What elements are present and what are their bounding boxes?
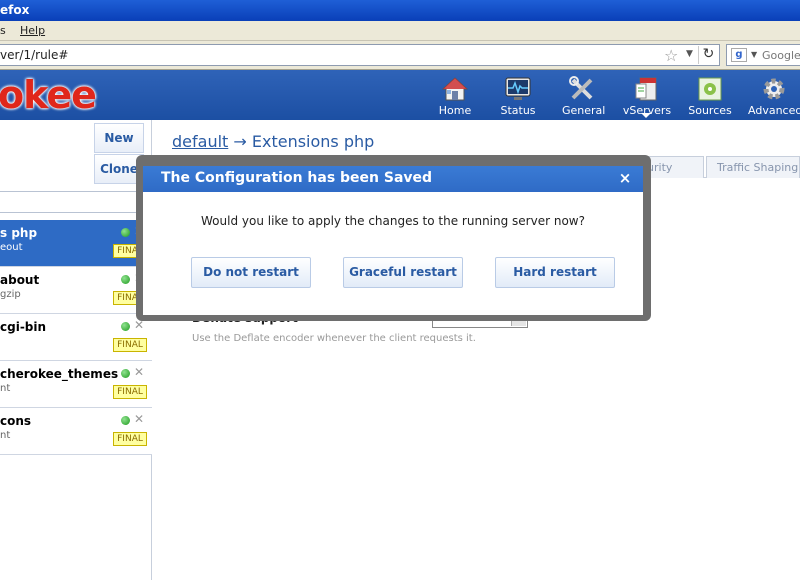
vservers-icon xyxy=(635,77,657,101)
menu-item-help[interactable]: Help xyxy=(20,24,45,37)
cherokee-logo[interactable]: okee xyxy=(0,73,97,117)
nav-advanced-label: Advanced xyxy=(748,104,800,117)
url-text: ver/1/rule# xyxy=(0,48,69,62)
breadcrumb-current: → Extensions php xyxy=(228,132,375,151)
rule-title: s php xyxy=(0,226,38,240)
rule-item-php[interactable]: s php eout ✕ FINAL xyxy=(0,220,152,267)
config-saved-dialog: The Configuration has been Saved × Would… xyxy=(143,166,643,315)
search-input[interactable]: g ▼ Google xyxy=(726,44,800,66)
nav-sources-label: Sources xyxy=(688,104,732,117)
rule-delete-icon[interactable]: ✕ xyxy=(134,365,144,379)
google-icon[interactable]: g xyxy=(731,48,747,62)
search-engine-dropdown-icon[interactable]: ▼ xyxy=(751,50,757,59)
nav-advanced[interactable]: Advanced xyxy=(748,76,800,117)
nav-vservers[interactable]: vServers xyxy=(622,76,672,117)
sources-icon xyxy=(698,77,722,101)
rule-active-icon[interactable] xyxy=(121,275,130,284)
dialog-title-bar[interactable]: The Configuration has been Saved xyxy=(143,166,643,192)
app-header: okee Home Status General vServers Source… xyxy=(0,70,800,120)
url-dropdown-icon[interactable]: ▼ xyxy=(686,49,693,59)
rule-item-cgi-bin[interactable]: cgi-bin ✕ FINAL xyxy=(0,314,152,361)
advanced-icon xyxy=(763,78,785,100)
rule-title: cons xyxy=(0,414,32,428)
general-icon xyxy=(569,76,593,100)
do-not-restart-button[interactable]: Do not restart xyxy=(191,257,311,288)
rule-active-icon[interactable] xyxy=(121,369,130,378)
dialog-title: The Configuration has been Saved xyxy=(161,170,433,186)
rule-subtitle: gzip xyxy=(0,289,21,300)
breadcrumb-default-link[interactable]: default xyxy=(172,132,228,151)
dialog-message: Would you like to apply the changes to t… xyxy=(201,214,585,228)
bookmark-star-icon[interactable]: ☆ xyxy=(664,46,678,65)
breadcrumb: default → Extensions php xyxy=(172,132,374,151)
rule-item-about[interactable]: about gzip ✕ FINAL xyxy=(0,267,152,314)
nav-status[interactable]: Status xyxy=(500,76,536,117)
nav-general-label: General xyxy=(562,104,606,117)
search-placeholder: Google xyxy=(762,49,800,62)
rule-item-icons[interactable]: cons nt ✕ FINAL xyxy=(0,408,152,455)
nav-sources[interactable]: Sources xyxy=(688,76,732,117)
rule-title: cherokee_themes xyxy=(0,367,119,381)
rule-final-badge[interactable]: FINAL xyxy=(113,432,147,446)
home-icon xyxy=(442,77,468,101)
active-nav-indicator xyxy=(641,113,651,118)
deflate-support-help: Use the Deflate encoder whenever the cli… xyxy=(192,333,476,344)
nav-general[interactable]: General xyxy=(562,76,606,117)
rule-subtitle: eout xyxy=(0,242,23,253)
rule-item-cherokee-themes[interactable]: cherokee_themes nt ✕ FINAL xyxy=(0,361,152,408)
hard-restart-button[interactable]: Hard restart xyxy=(495,257,615,288)
rule-delete-icon[interactable]: ✕ xyxy=(134,412,144,426)
new-rule-button[interactable]: New xyxy=(94,123,144,153)
rule-subtitle: nt xyxy=(0,430,11,441)
tab-traffic-shaping[interactable]: Traffic Shaping xyxy=(706,156,800,178)
rule-title: cgi-bin xyxy=(0,320,47,334)
url-bar[interactable]: ver/1/rule# ☆ ▼ ↻ xyxy=(0,44,720,66)
rule-active-icon[interactable] xyxy=(121,228,130,237)
rule-filter-input[interactable] xyxy=(0,191,152,213)
menu-bar: s Help xyxy=(0,21,800,41)
rule-final-badge[interactable]: FINAL xyxy=(113,385,147,399)
nav-status-label: Status xyxy=(500,104,536,117)
rule-active-icon[interactable] xyxy=(121,416,130,425)
nav-home[interactable]: Home xyxy=(437,76,473,117)
nav-home-label: Home xyxy=(438,104,472,117)
rule-title: about xyxy=(0,273,40,287)
rule-final-badge[interactable]: FINAL xyxy=(113,338,147,352)
navigation-toolbar: ver/1/rule# ☆ ▼ ↻ g ▼ Google xyxy=(0,41,800,70)
window-title-bar: efox xyxy=(0,0,800,21)
rule-subtitle: nt xyxy=(0,383,11,394)
status-icon xyxy=(505,77,531,100)
rule-active-icon[interactable] xyxy=(121,322,130,331)
close-icon[interactable]: × xyxy=(615,168,635,188)
window-title: efox xyxy=(0,3,30,17)
reload-icon[interactable]: ↻ xyxy=(698,46,718,64)
graceful-restart-button[interactable]: Graceful restart xyxy=(343,257,463,288)
menu-item-partial[interactable]: s xyxy=(0,24,6,37)
